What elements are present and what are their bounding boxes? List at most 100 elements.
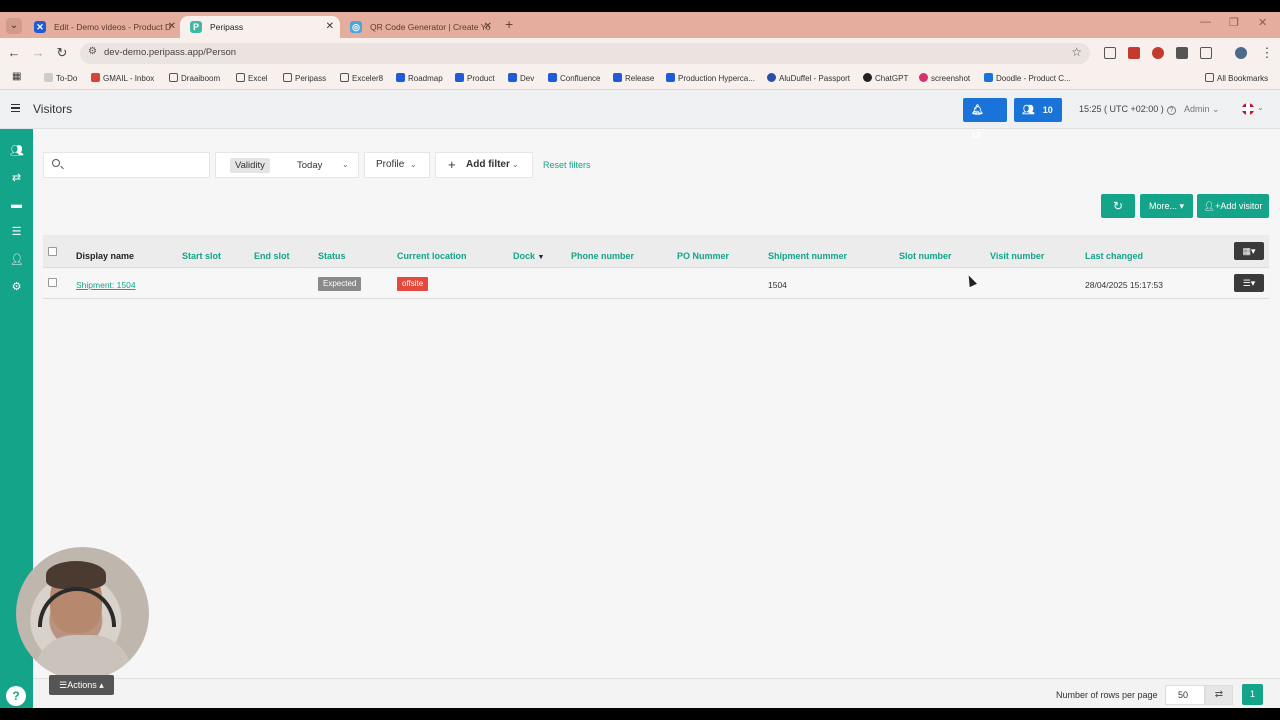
column-slot-number[interactable]: Slot number [899,251,952,261]
uk-flag-icon[interactable] [1242,103,1254,115]
url-field[interactable]: ⚙ dev-demo.peripass.app/Person ☆ [80,43,1090,64]
bookmark-chatgpt[interactable]: ChatGPT [863,73,908,83]
rows-per-page-label: Number of rows per page [1056,690,1158,700]
rows-refresh-icon[interactable]: ⇄ [1205,685,1233,705]
tab-qr-code-generator[interactable]: ◎ QR Code Generator | Create Yo ✕ [340,16,498,38]
rows-per-page-input[interactable]: 50 [1165,685,1205,705]
new-tab-icon[interactable]: + [505,16,513,32]
bookmark-dev[interactable]: Dev [508,73,534,83]
bookmark-production-hypercare[interactable]: Production Hyperca... [666,73,755,83]
column-current-location[interactable]: Current location [397,251,467,261]
chevron-down-icon[interactable]: ⌄ [1257,103,1264,112]
extension-icon[interactable] [1152,47,1164,59]
extensions-puzzle-icon[interactable] [1200,47,1212,59]
sidebar-settings-icon[interactable]: ⚙ [10,281,23,294]
row-actions-button[interactable]: ☰▾ [1234,274,1264,292]
minimize-icon[interactable]: — [1200,16,1211,28]
validity-chip: Validity [230,158,270,173]
reload-icon[interactable]: ↻ [54,45,70,61]
menu-toggle-icon[interactable] [11,104,20,112]
tab-edit-demo-videos[interactable]: ✕ Edit - Demo videos - Product D ✕ [24,16,182,38]
bookmark-gmail[interactable]: GMAIL - Inbox [91,73,154,83]
page-number-button[interactable]: 1 [1242,684,1263,705]
tab-search-icon[interactable]: ⌄ [6,18,22,34]
more-button[interactable]: More... ▾ [1140,194,1193,218]
jira-icon [455,73,464,82]
bookmark-peripass[interactable]: Peripass [283,73,326,83]
profile-filter[interactable]: Profile ⌄ [364,152,430,178]
folder-icon [283,73,292,82]
column-visit-number[interactable]: Visit number [990,251,1044,261]
actions-button[interactable]: ☰Actions ▴ [49,675,114,695]
bookmark-product[interactable]: Product [455,73,495,83]
chevron-down-icon: ⌄ [342,160,349,169]
site-info-icon[interactable]: ⚙ [88,46,97,57]
sidebar-dock-icon[interactable]: ▬ [10,199,23,212]
back-icon[interactable]: ← [6,45,22,61]
user-menu[interactable]: Admin ⌄ [1184,104,1220,115]
display-name-link[interactable]: Shipment: 1504 [76,280,136,290]
bookmark-screenshot[interactable]: screenshot [919,73,970,83]
plus-icon: + [448,157,456,172]
forward-icon[interactable]: → [30,45,46,61]
help-circle-icon[interactable]: ? [1166,106,1176,115]
extension-icon[interactable] [1176,47,1188,59]
validity-filter[interactable]: Validity Today ⌄ [215,152,359,178]
tab-peripass[interactable]: P Peripass ✕ [180,16,340,38]
close-tab-icon[interactable]: ✕ [484,16,492,38]
extension-icon[interactable] [1128,47,1140,59]
column-end-slot[interactable]: End slot [254,251,290,261]
jira-icon [396,73,405,82]
apps-grid-icon[interactable]: ▦ [12,71,21,82]
column-dock[interactable]: Dock ▼ [513,251,544,261]
bookmark-excel[interactable]: Excel [236,73,268,83]
close-tab-icon[interactable]: ✕ [326,16,334,38]
all-bookmarks[interactable]: All Bookmarks [1205,73,1268,83]
visitors-count-button[interactable]: 👥︎ 10 [1014,98,1062,122]
kebab-menu-icon[interactable]: ⋮ [1259,45,1275,61]
add-filter-button[interactable]: + Add filter ⌄ [435,152,533,178]
column-display-name[interactable]: Display name [76,251,134,261]
close-window-icon[interactable]: ✕ [1258,16,1267,29]
select-all-checkbox[interactable] [48,247,57,256]
column-phone-number[interactable]: Phone number [571,251,634,261]
close-tab-icon[interactable]: ✕ [168,16,176,38]
column-status[interactable]: Status [318,251,346,261]
column-po-nummer[interactable]: PO Nummer [677,251,729,261]
bookmark-to-do[interactable]: To-Do [44,73,77,83]
sidebar-user-icon[interactable]: 👤︎ [10,254,24,267]
bookmark-roadmap[interactable]: Roadmap [396,73,443,83]
reset-filters-link[interactable]: Reset filters [543,160,591,170]
table-row[interactable]: Shipment: 1504 Expected offsite 1504 28/… [43,268,1269,299]
sidebar-list-icon[interactable]: ☰ [10,226,23,239]
bookmark-star-icon[interactable]: ☆ [1071,45,1082,59]
bookmark-aluduffel[interactable]: AluDuffel - Passport [767,73,850,83]
screenshot-extension-icon[interactable] [1104,47,1116,59]
notifications-button[interactable]: 🔔︎12 [963,98,1007,140]
visitors-table: Display name Start slot End slot Status … [43,235,1269,299]
refresh-button[interactable]: ↻ [1101,194,1135,218]
bookmark-release[interactable]: Release [613,73,654,83]
row-checkbox[interactable] [48,278,57,287]
app-root: Visitors 🔔︎12 👥︎ 10 15:25 ( UTC +02:00 )?… [0,90,1280,708]
column-last-changed[interactable]: Last changed [1085,251,1143,261]
sort-desc-icon: ▼ [537,254,545,261]
sidebar-transfers-icon[interactable]: ⇄ [10,172,23,185]
profile-avatar-icon[interactable] [1235,47,1247,59]
bookmark-confluence[interactable]: Confluence [548,73,600,83]
page-title: Visitors [33,102,73,116]
person-hair [46,561,106,589]
bookmark-draaiboom[interactable]: Draaiboom [169,73,220,83]
column-start-slot[interactable]: Start slot [182,251,221,261]
sidebar-visitors-icon[interactable]: 👥︎ [10,145,24,158]
bookmark-exceler8[interactable]: Exceler8 [340,73,383,83]
maximize-icon[interactable]: ❐ [1229,16,1239,29]
users-icon: 👥︎ [1022,105,1035,116]
column-chooser-button[interactable]: ▦▾ [1234,242,1264,260]
search-input[interactable] [43,152,210,178]
bookmark-doodle[interactable]: Doodle - Product C... [984,73,1071,83]
help-icon[interactable]: ? [6,686,26,706]
peripass-icon: P [190,21,202,33]
column-shipment-nummer[interactable]: Shipment nummer [768,251,847,261]
add-visitor-button[interactable]: 👤︎+Add visitor [1197,194,1269,218]
